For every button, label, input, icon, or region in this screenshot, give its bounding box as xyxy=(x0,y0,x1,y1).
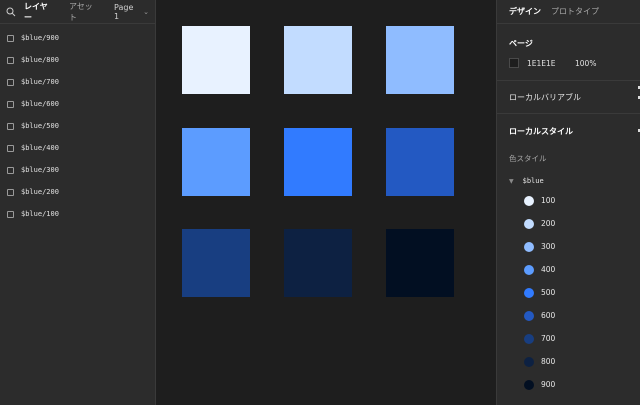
search-icon[interactable] xyxy=(6,7,16,17)
hex-value[interactable]: 1E1E1E xyxy=(527,59,575,68)
layer-label: $blue/800 xyxy=(21,56,59,64)
color-style-label: 600 xyxy=(541,311,556,320)
layer-item[interactable]: $blue/100 xyxy=(0,203,155,225)
tab-prototype[interactable]: プロトタイプ xyxy=(551,6,599,17)
layer-label: $blue/600 xyxy=(21,100,59,108)
color-dot xyxy=(524,264,534,275)
color-style-item[interactable]: 800 xyxy=(509,350,640,373)
color-dot xyxy=(524,333,534,344)
layer-label: $blue/100 xyxy=(21,210,59,218)
layer-label: $blue/500 xyxy=(21,122,59,130)
layer-label: $blue/400 xyxy=(21,144,59,152)
section-title: ローカルバリアブル xyxy=(509,92,581,102)
layers-panel-header: レイヤー アセット Page 1 ⌄ xyxy=(0,0,155,24)
frame-icon xyxy=(7,34,14,42)
caret-down-icon[interactable]: ▼ xyxy=(509,178,514,185)
frame-icon xyxy=(7,188,14,196)
color-dot xyxy=(524,287,534,298)
color-style-label: 500 xyxy=(541,288,556,297)
color-dot xyxy=(524,379,534,390)
layers-panel: レイヤー アセット Page 1 ⌄ $blue/900 $blue/800 $… xyxy=(0,0,156,405)
layer-item[interactable]: $blue/800 xyxy=(0,49,155,71)
color-frame[interactable] xyxy=(182,128,250,196)
page-selector-label: Page 1 xyxy=(114,2,134,21)
design-canvas[interactable] xyxy=(157,0,496,405)
page-section: ページ 1E1E1E 100% xyxy=(497,24,640,89)
color-style-label: 700 xyxy=(541,334,556,343)
frame-icon xyxy=(7,166,14,174)
color-frame[interactable] xyxy=(182,26,250,94)
tab-assets[interactable]: アセット xyxy=(69,1,100,23)
color-dot xyxy=(524,218,534,229)
color-dot xyxy=(524,310,534,321)
layer-item[interactable]: $blue/400 xyxy=(0,137,155,159)
tab-design[interactable]: デザイン xyxy=(509,6,541,17)
frame-icon xyxy=(7,144,14,152)
local-variables-section[interactable]: ローカルバリアブル xyxy=(497,81,640,114)
color-dot xyxy=(524,195,534,206)
color-style-item[interactable]: 900 xyxy=(509,373,640,396)
page-background-row[interactable]: 1E1E1E 100% xyxy=(509,58,596,68)
color-dot xyxy=(524,241,534,252)
color-style-label: 800 xyxy=(541,357,556,366)
layer-list: $blue/900 $blue/800 $blue/700 $blue/600 … xyxy=(0,24,155,225)
color-frame[interactable] xyxy=(386,229,454,297)
color-style-item[interactable]: 500 xyxy=(509,281,640,304)
frame-icon xyxy=(7,100,14,108)
frame-icon xyxy=(7,210,14,218)
layer-item[interactable]: $blue/600 xyxy=(0,93,155,115)
page-selector[interactable]: Page 1 ⌄ xyxy=(114,3,149,21)
style-group-row[interactable]: ▼ $blue xyxy=(509,177,640,185)
style-group-name: $blue xyxy=(522,177,544,185)
section-title: ローカルスタイル xyxy=(509,127,573,136)
layer-item[interactable]: $blue/500 xyxy=(0,115,155,137)
color-style-item[interactable]: 600 xyxy=(509,304,640,327)
frame-icon xyxy=(7,78,14,86)
color-style-label: 200 xyxy=(541,219,556,228)
frame-icon xyxy=(7,56,14,64)
color-frame[interactable] xyxy=(386,26,454,94)
color-frame[interactable] xyxy=(284,26,352,94)
color-style-label: 100 xyxy=(541,196,556,205)
frame-icon xyxy=(7,122,14,130)
color-style-item[interactable]: 300 xyxy=(509,235,640,258)
properties-panel-header: デザイン プロトタイプ xyxy=(497,0,640,24)
opacity-value[interactable]: 100% xyxy=(575,59,596,68)
layer-item[interactable]: $blue/700 xyxy=(0,71,155,93)
layer-label: $blue/700 xyxy=(21,78,59,86)
color-style-item[interactable]: 700 xyxy=(509,327,640,350)
layer-label: $blue/200 xyxy=(21,188,59,196)
color-style-label: 300 xyxy=(541,242,556,251)
chevron-down-icon: ⌄ xyxy=(143,7,149,16)
color-frame[interactable] xyxy=(386,128,454,196)
color-swatch[interactable] xyxy=(509,58,519,68)
color-style-item[interactable]: 100 xyxy=(509,189,640,212)
color-frame[interactable] xyxy=(284,128,352,196)
color-style-label: 900 xyxy=(541,380,556,389)
layer-item[interactable]: $blue/300 xyxy=(0,159,155,181)
color-style-list: 100 200 300 400 500 600 700 800 900 xyxy=(509,189,640,396)
color-style-label: 400 xyxy=(541,265,556,274)
properties-panel: デザイン プロトタイプ ページ 1E1E1E 100% ローカルバリアブル ロー… xyxy=(496,0,640,405)
layer-item[interactable]: $blue/200 xyxy=(0,181,155,203)
color-style-item[interactable]: 400 xyxy=(509,258,640,281)
local-styles-section: ローカルスタイル 色スタイル ▼ $blue 100 200 300 400 5… xyxy=(497,114,640,396)
layer-item[interactable]: $blue/900 xyxy=(0,27,155,49)
section-title: ページ xyxy=(509,39,533,48)
color-styles-label: 色スタイル xyxy=(509,154,547,163)
color-dot xyxy=(524,356,534,367)
layer-label: $blue/900 xyxy=(21,34,59,42)
color-frame[interactable] xyxy=(284,229,352,297)
color-style-item[interactable]: 200 xyxy=(509,212,640,235)
tab-layers[interactable]: レイヤー xyxy=(24,1,55,23)
color-frame[interactable] xyxy=(182,229,250,297)
layer-label: $blue/300 xyxy=(21,166,59,174)
